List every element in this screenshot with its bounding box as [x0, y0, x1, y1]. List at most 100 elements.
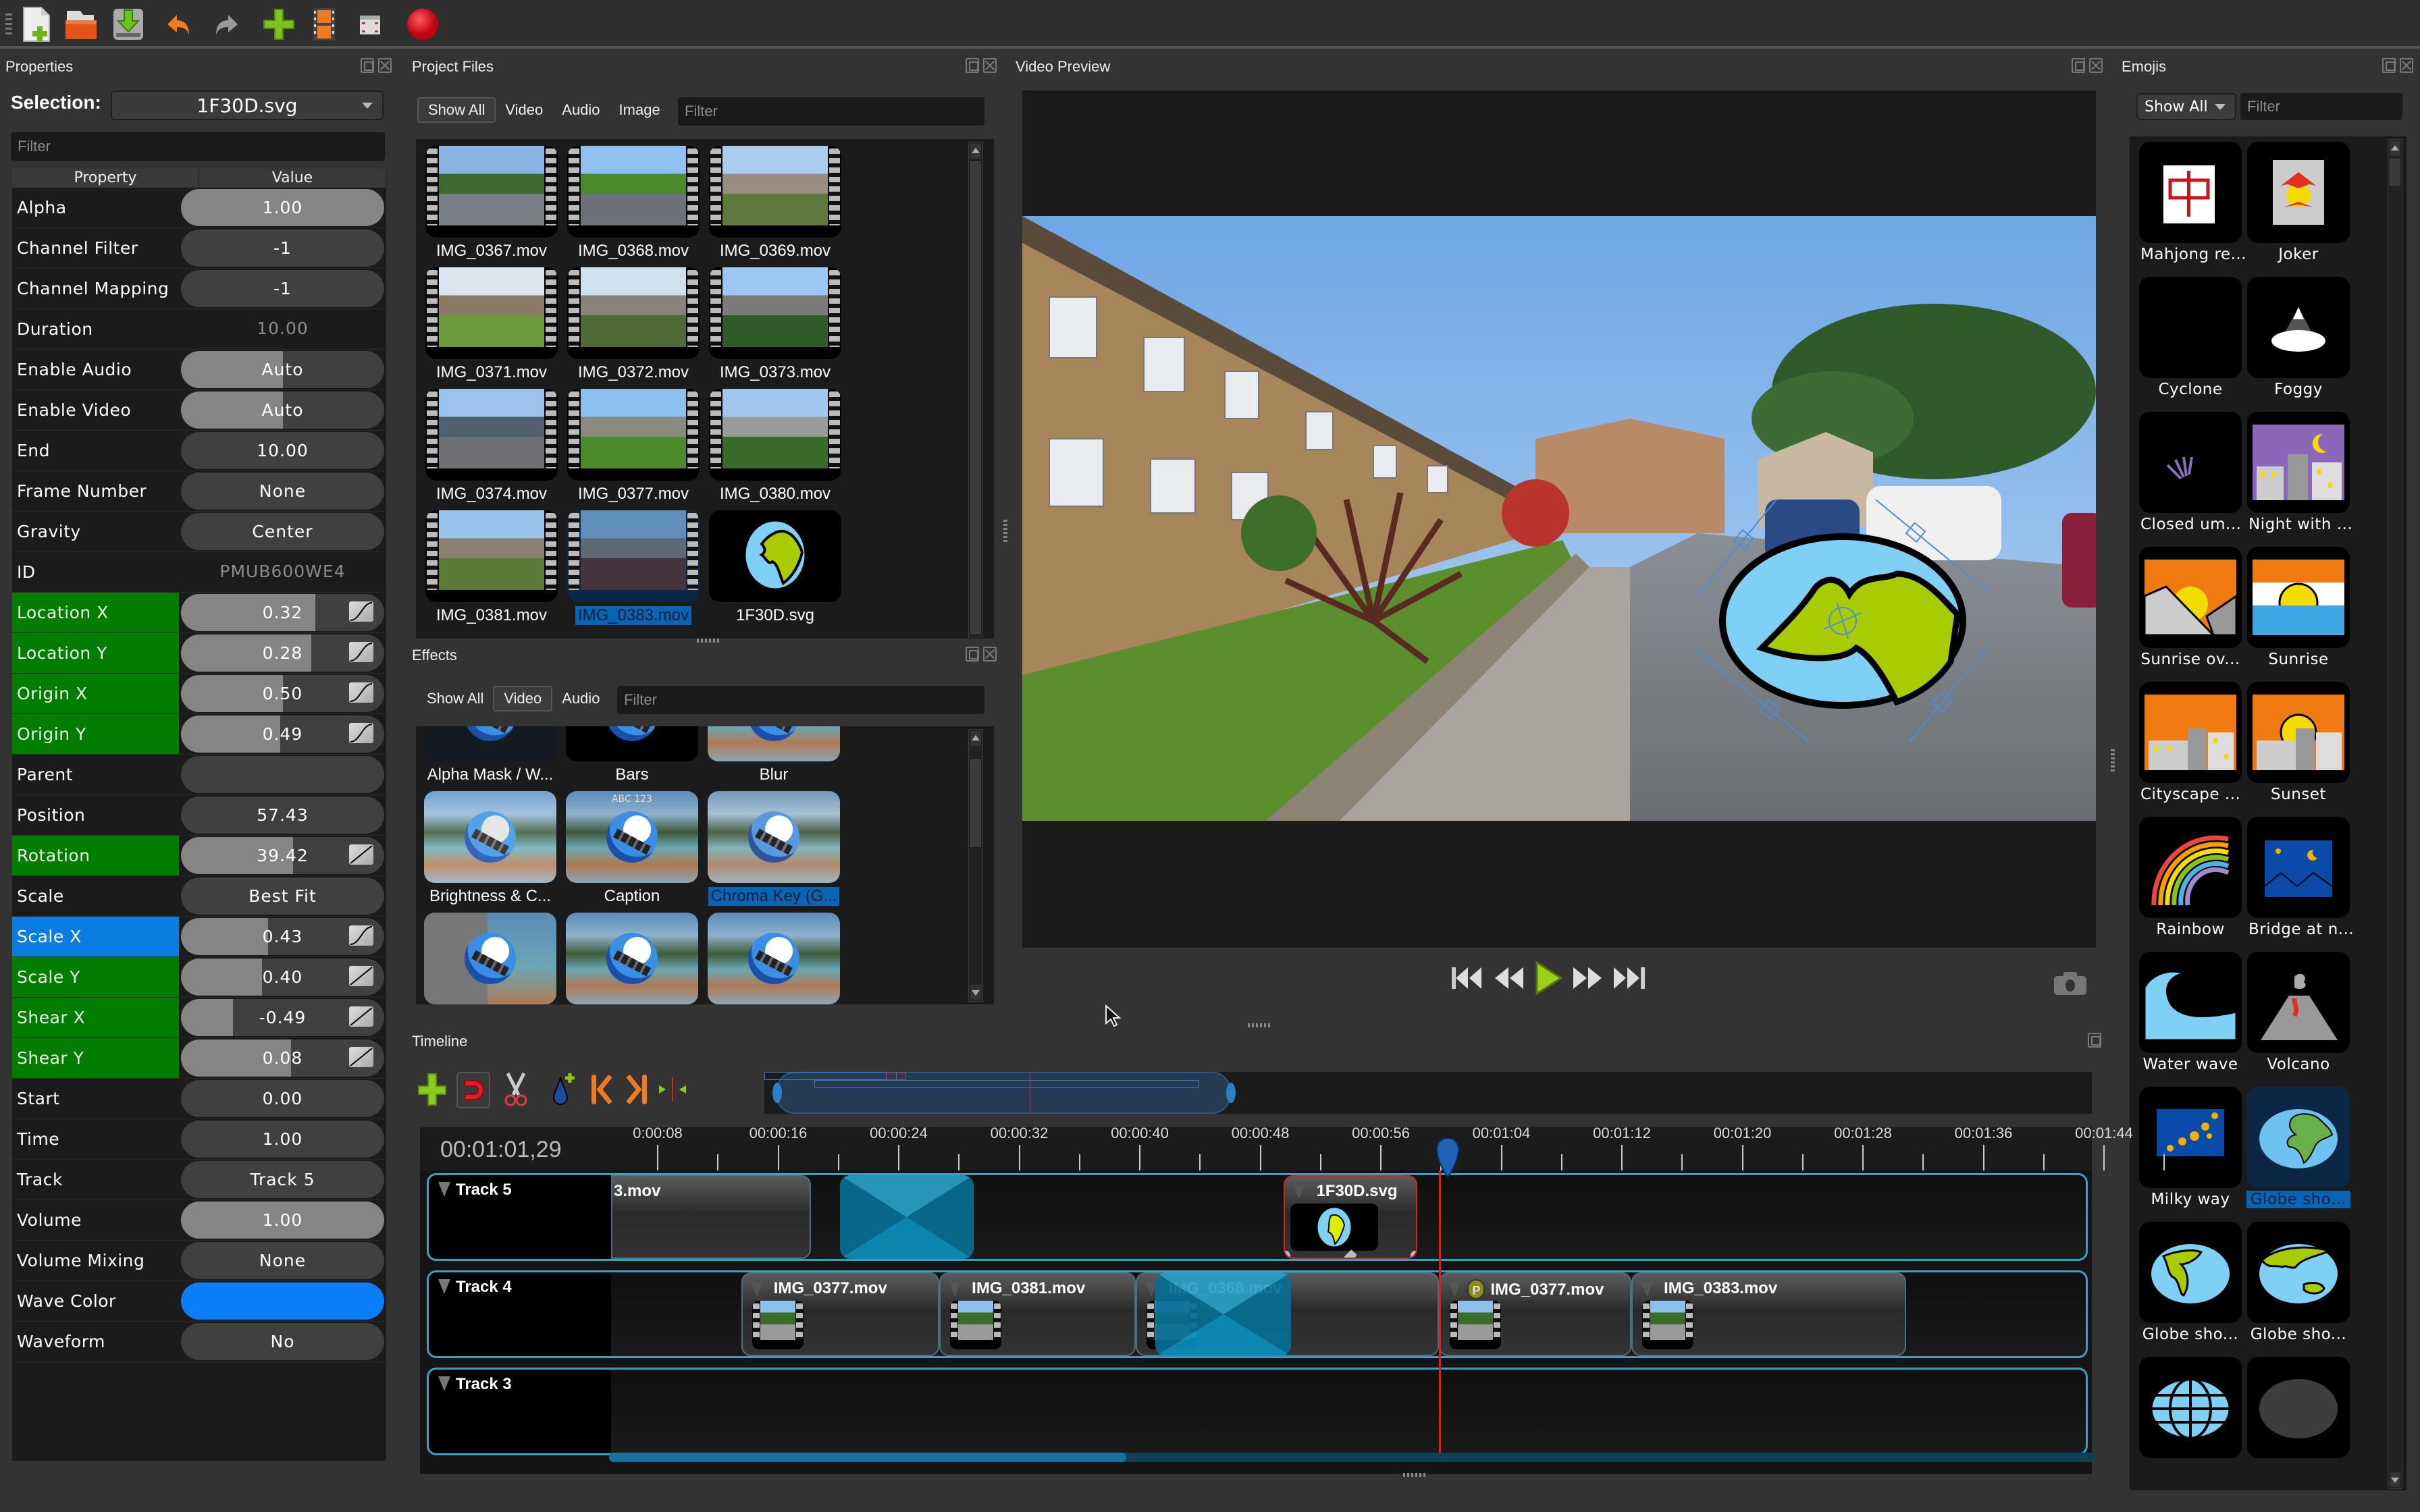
property-name[interactable]: ID: [12, 552, 179, 592]
property-name[interactable]: Enable Audio: [12, 350, 179, 389]
fast-forward-button[interactable]: [1572, 966, 1603, 990]
close-panel-icon[interactable]: [2400, 58, 2413, 73]
property-value-slider[interactable]: No: [181, 1323, 384, 1360]
next-marker-button[interactable]: [619, 1069, 656, 1110]
effects-filter-input[interactable]: Filter: [617, 686, 984, 714]
property-name[interactable]: Time: [12, 1119, 179, 1159]
collapse-chevron-icon[interactable]: [438, 1376, 450, 1391]
property-name[interactable]: Gravity: [12, 512, 179, 551]
toolbar-grip[interactable]: [5, 14, 12, 36]
emoji-item[interactable]: Globe sho...: [2244, 1087, 2352, 1208]
property-value-slider[interactable]: Best Fit: [181, 878, 384, 915]
emojis-scrollbar[interactable]: [2388, 139, 2402, 1489]
property-name[interactable]: Enable Video: [12, 390, 179, 430]
project-files-scrollbar[interactable]: [968, 142, 983, 671]
timeline-ruler[interactable]: 00:01:01,29 0:00:08 00:00:16 00:00:24 00:00…: [420, 1125, 2165, 1170]
clip-trim-handle[interactable]: [1285, 1251, 1291, 1258]
video-canvas[interactable]: [1022, 90, 2096, 948]
emoji-item[interactable]: Cyclone: [2136, 277, 2244, 398]
emoji-item[interactable]: Globe sho...: [2136, 1222, 2244, 1343]
scroll-down-arrow-icon[interactable]: [970, 985, 981, 1000]
emoji-item[interactable]: Cityscape ...: [2136, 682, 2244, 803]
property-value-slider[interactable]: 0.49: [181, 716, 384, 753]
project-file-item[interactable]: IMG_0377.mov: [566, 389, 701, 504]
project-file-item[interactable]: IMG_0372.mov: [566, 267, 701, 382]
emoji-item[interactable]: Closed um...: [2136, 412, 2244, 533]
property-value-slider[interactable]: Auto: [181, 351, 384, 388]
rewind-button[interactable]: [1494, 966, 1525, 990]
property-name[interactable]: Channel Filter: [12, 228, 179, 268]
linear-curve-icon[interactable]: [349, 1047, 373, 1067]
previous-marker-button[interactable]: [582, 1069, 620, 1110]
splitter-handle[interactable]: [697, 639, 721, 643]
close-panel-icon[interactable]: [2089, 58, 2103, 73]
export-video-button[interactable]: [404, 5, 442, 43]
property-name[interactable]: Duration: [12, 309, 179, 349]
scroll-handle[interactable]: [2390, 159, 2400, 186]
project-file-item[interactable]: IMG_0383.mov: [566, 510, 701, 625]
property-value-slider[interactable]: 57.43: [181, 796, 384, 834]
property-name[interactable]: Position: [12, 795, 179, 835]
property-name[interactable]: Shear Y: [12, 1038, 179, 1078]
redo-button[interactable]: [207, 5, 244, 43]
property-name[interactable]: Parent: [12, 755, 179, 794]
emoji-item[interactable]: Globe sho...: [2244, 1222, 2352, 1343]
property-value-slider[interactable]: [181, 756, 384, 793]
emoji-item[interactable]: Milky way: [2136, 1087, 2244, 1208]
property-value-slider[interactable]: 0.32: [181, 594, 384, 631]
emoji-item[interactable]: Sunset: [2244, 682, 2352, 803]
property-value-slider[interactable]: Track 5: [181, 1161, 384, 1198]
emoji-item[interactable]: Foggy: [2244, 277, 2352, 398]
play-button[interactable]: [1534, 961, 1562, 995]
scroll-up-arrow-icon[interactable]: [2390, 141, 2400, 156]
emoji-item[interactable]: Sunrise: [2244, 547, 2352, 668]
emoji-item[interactable]: Water wave: [2136, 952, 2244, 1073]
collapse-chevron-icon[interactable]: [438, 1279, 450, 1294]
project-file-item[interactable]: IMG_0381.mov: [424, 510, 559, 625]
razor-tool-button[interactable]: [497, 1069, 535, 1110]
selection-dropdown[interactable]: 1F30D.svg: [111, 90, 384, 120]
emoji-item[interactable]: Mahjong re...: [2136, 142, 2246, 263]
scroll-handle[interactable]: [970, 759, 981, 847]
transition-clip[interactable]: [840, 1175, 974, 1259]
float-panel-icon[interactable]: [2382, 58, 2396, 73]
close-panel-icon[interactable]: [378, 58, 392, 73]
property-value-slider[interactable]: [181, 1282, 384, 1320]
filter-tab-video[interactable]: Video: [493, 686, 553, 711]
scroll-handle[interactable]: [609, 1453, 1126, 1462]
property-name[interactable]: Location Y: [12, 633, 179, 673]
emoji-item[interactable]: Rainbow: [2136, 817, 2244, 938]
filter-tab-show-all[interactable]: Show All: [417, 687, 493, 710]
timeline-clip[interactable]: 3.mov: [611, 1175, 811, 1259]
track-header[interactable]: Track 3: [429, 1370, 611, 1453]
add-track-button[interactable]: [413, 1069, 451, 1110]
scroll-up-arrow-icon[interactable]: [970, 144, 981, 159]
emoji-category-dropdown[interactable]: Show All: [2136, 93, 2236, 120]
property-value-slider[interactable]: 0.43: [181, 918, 384, 955]
property-value-slider[interactable]: 1.00: [181, 189, 384, 226]
property-value-slider[interactable]: 1.00: [181, 1202, 384, 1239]
linear-curve-icon[interactable]: [349, 966, 373, 986]
playhead-line[interactable]: [1439, 1170, 1441, 1453]
capture-frame-button[interactable]: [2053, 971, 2088, 999]
property-value-slider[interactable]: 1.00: [181, 1120, 384, 1158]
effect-item[interactable]: Brightness & C...: [423, 791, 558, 906]
timeline-horizontal-scrollbar[interactable]: [609, 1453, 2095, 1462]
timeline-zoom-scroller[interactable]: [764, 1072, 2092, 1114]
property-name[interactable]: Volume: [12, 1200, 179, 1240]
float-panel-icon[interactable]: [2088, 1033, 2101, 1048]
property-name[interactable]: Volume Mixing: [12, 1241, 179, 1280]
undo-button[interactable]: [161, 5, 199, 43]
property-name[interactable]: Location X: [12, 593, 179, 632]
playhead-handle[interactable]: [1431, 1137, 1464, 1179]
bezier-curve-icon[interactable]: [349, 682, 373, 703]
bezier-curve-icon[interactable]: [349, 601, 373, 622]
property-name[interactable]: Start: [12, 1079, 179, 1118]
column-header-value[interactable]: Value: [199, 169, 386, 188]
effect-item[interactable]: [564, 913, 700, 1004]
property-value-slider[interactable]: -1: [181, 270, 384, 307]
zoom-handle-right[interactable]: [1226, 1083, 1236, 1103]
effect-item[interactable]: Blur: [706, 726, 841, 784]
float-panel-icon[interactable]: [966, 58, 979, 73]
property-name[interactable]: Shear X: [12, 998, 179, 1037]
